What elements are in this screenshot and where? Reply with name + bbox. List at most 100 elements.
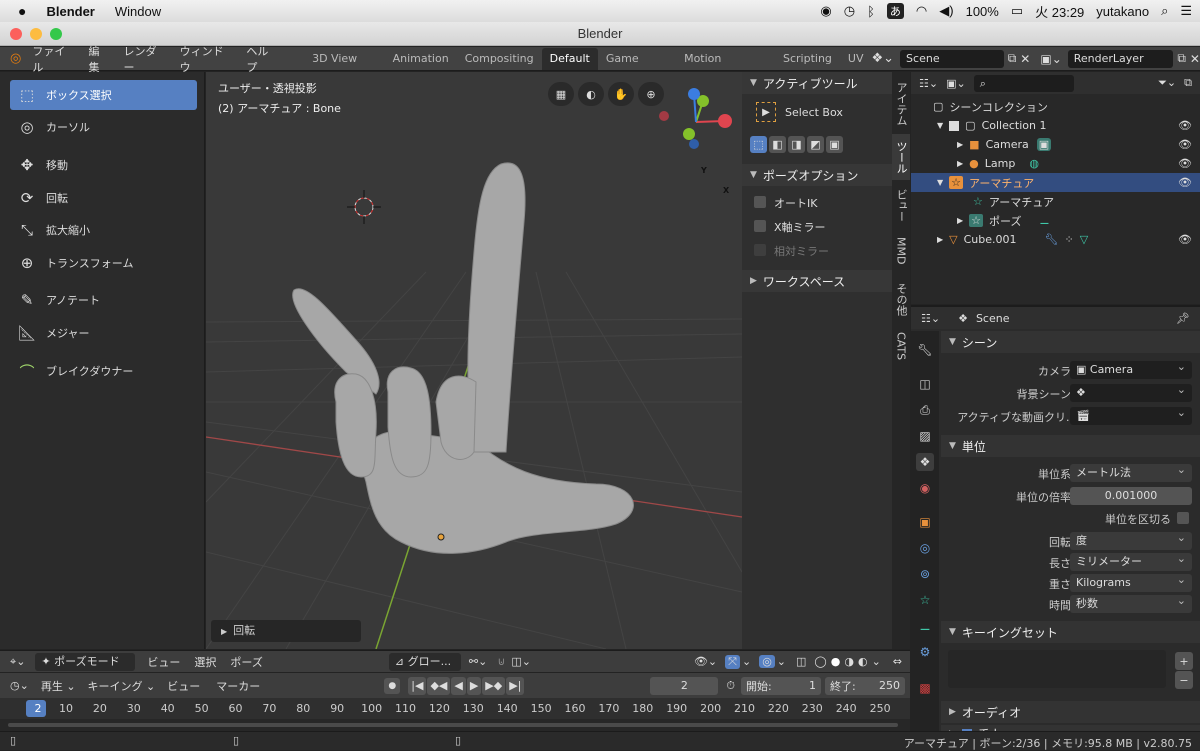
remove-keying-set-button[interactable]: − xyxy=(1175,671,1193,689)
editor-type-icon[interactable]: ☷⌄ xyxy=(919,77,938,90)
volume-icon[interactable]: ◀) xyxy=(939,3,953,19)
new-collection-icon[interactable]: ⧉ xyxy=(1184,76,1192,90)
wifi-icon[interactable]: ◠ xyxy=(916,3,927,19)
menu-window[interactable]: ウィンドウ xyxy=(173,43,240,75)
tab-misc[interactable]: その他 xyxy=(892,274,910,324)
shading-wireframe-icon[interactable]: ◯ xyxy=(814,655,826,668)
armature-data-tab-icon[interactable]: ☆ xyxy=(916,591,934,609)
viewport-scene[interactable] xyxy=(206,72,742,649)
record-button[interactable]: ● xyxy=(384,677,401,694)
active-clip-field[interactable]: 🎬︎ xyxy=(1070,404,1192,425)
collection-checkbox[interactable] xyxy=(949,120,960,131)
shading-material-icon[interactable]: ◑ xyxy=(844,655,854,668)
visibility-icon[interactable]: 👁︎⌄ xyxy=(694,655,717,668)
tool-cursor[interactable]: ◎ カーソル xyxy=(10,112,197,142)
tab-compositing[interactable]: Compositing xyxy=(457,48,542,70)
units-section-header[interactable]: ▼ 単位 xyxy=(941,435,1200,457)
input-method-icon[interactable]: あ xyxy=(886,3,904,19)
jump-start-icon[interactable]: |◀ xyxy=(408,676,427,695)
close-window-button[interactable] xyxy=(10,28,22,40)
audio-section-header[interactable]: ▶ オーディオ xyxy=(941,701,1200,723)
3d-viewport[interactable]: X Y Z ユーザー・透視投影 (2) アーマチュア : Bone ▦ ◐ ✋ … xyxy=(206,72,742,649)
pivot-icon[interactable]: ⚯⌄ xyxy=(469,655,487,668)
editor-type-icon[interactable]: ☷⌄ xyxy=(921,312,940,325)
outliner-row-scene-collection[interactable]: ▢ シーンコレクション xyxy=(911,97,1200,116)
active-tool-header[interactable]: ▼ アクティブツール xyxy=(742,72,892,94)
unit-scale-field[interactable]: 0.001000 xyxy=(1070,487,1192,505)
play-reverse-icon[interactable]: ◀ xyxy=(451,676,466,695)
tab-cats[interactable]: CATS xyxy=(892,326,910,366)
outliner-search[interactable]: ⌕ xyxy=(973,74,1074,92)
tab-motion-tracking[interactable]: Motion Tracking xyxy=(676,48,775,87)
creative-cloud-icon[interactable]: ◉ xyxy=(820,3,831,19)
tab-3d-view-full[interactable]: 3D View Full xyxy=(304,48,385,87)
pose-options-header[interactable]: ▼ ポーズオプション xyxy=(742,164,892,186)
outliner-row-collection[interactable]: ▼ ▢ Collection 1 👁︎ xyxy=(911,116,1200,135)
tool-box-select[interactable]: ⬚ ボックス選択 xyxy=(10,80,197,110)
object-tab-icon[interactable]: ▣ xyxy=(916,513,934,531)
new-layer-icon[interactable]: ⧉ xyxy=(1177,51,1186,66)
tab-default[interactable]: Default xyxy=(541,47,598,70)
zoom-icon[interactable]: ⊕ xyxy=(638,82,664,106)
spotlight-icon[interactable]: ⌕ xyxy=(1161,3,1168,19)
tab-tool[interactable]: ツール xyxy=(892,134,910,180)
outliner-row-armature[interactable]: ▼ ☆ アーマチュア 👁︎ xyxy=(911,173,1200,192)
outliner-row-armature-data[interactable]: ☆ アーマチュア xyxy=(911,192,1200,211)
playback-menu[interactable]: 再生 ⌄ xyxy=(41,678,76,694)
proportional-icon[interactable]: ◫⌄ xyxy=(511,655,531,668)
rotation-dropdown[interactable]: 度 xyxy=(1070,529,1192,550)
mac-menu-window[interactable]: Window xyxy=(115,4,161,19)
menu-help[interactable]: ヘルプ xyxy=(239,43,285,75)
hand-mesh[interactable] xyxy=(292,162,634,554)
output-tab-icon[interactable]: ⎙ xyxy=(916,401,934,419)
relative-mirror-checkbox[interactable] xyxy=(754,244,766,256)
menu-edit[interactable]: 編集 xyxy=(81,43,116,75)
outliner-row-pose[interactable]: ▶ ☆ ポーズ ⚊ xyxy=(911,211,1200,230)
gizmo-dropdown-icon[interactable]: ⌄ xyxy=(742,655,751,668)
tab-game-logic[interactable]: Game Logic xyxy=(598,48,676,87)
play-icon[interactable]: ▶ xyxy=(466,676,482,695)
snap-icon[interactable]: ⊍ xyxy=(497,655,505,668)
eye-icon[interactable]: 👁︎ xyxy=(1178,233,1192,246)
end-frame-field[interactable]: 終了: 250 xyxy=(824,676,905,695)
start-frame-field[interactable]: 開始: 1 xyxy=(740,676,821,695)
next-keyframe-icon[interactable]: ▶◆ xyxy=(482,676,506,695)
shading-rendered-icon[interactable]: ◐ xyxy=(858,655,868,668)
mac-app-name[interactable]: Blender xyxy=(46,4,94,19)
new-scene-icon[interactable]: ⧉ xyxy=(1008,51,1017,66)
outliner-row-cube[interactable]: ▶ ▽ Cube.001 🔧︎ ⁘ ▽ 👁︎ xyxy=(911,230,1200,249)
render-tab-icon[interactable]: ◫ xyxy=(916,375,934,393)
eye-icon[interactable]: 👁︎ xyxy=(1178,157,1192,170)
add-keying-set-button[interactable]: + xyxy=(1175,652,1193,670)
display-mode-icon[interactable]: ▣⌄ xyxy=(946,77,966,90)
length-dropdown[interactable]: ミリメーター xyxy=(1070,550,1192,571)
shading-solid-icon[interactable]: ● xyxy=(831,655,841,668)
preview-range-icon[interactable]: ⏱ xyxy=(726,679,735,693)
separate-units-checkbox[interactable] xyxy=(1177,512,1189,524)
pin-icon[interactable]: 📌︎ xyxy=(1176,312,1190,325)
prev-keyframe-icon[interactable]: ◆◀ xyxy=(427,676,451,695)
scene-selector-icon[interactable]: ❖⌄ xyxy=(872,51,895,66)
collapse-arrow-icon[interactable]: ▼ xyxy=(937,178,943,187)
expand-arrow-icon[interactable]: ▶ xyxy=(957,159,963,168)
jump-end-icon[interactable]: ▶| xyxy=(506,676,525,695)
shading-dropdown-icon[interactable]: ⌄ xyxy=(872,655,881,668)
camera-field[interactable]: ▣ Camera xyxy=(1070,358,1192,379)
orientation-dropdown[interactable]: ⊿ グロー... xyxy=(388,652,461,671)
notification-icon[interactable]: ☰ xyxy=(1180,3,1192,19)
3d-cursor[interactable] xyxy=(347,190,381,224)
tab-scripting[interactable]: Scripting xyxy=(775,48,840,70)
keying-menu[interactable]: キーイング ⌄ xyxy=(88,678,156,694)
outliner-row-lamp[interactable]: ▶ ● Lamp ◍ 👁︎ xyxy=(911,154,1200,173)
eye-icon[interactable]: 👁︎ xyxy=(1178,138,1192,151)
mode-invert-icon[interactable]: ◩ xyxy=(807,136,824,153)
scrollbar-thumb[interactable] xyxy=(8,723,898,727)
filter-icon[interactable]: ⏷⌄ xyxy=(1158,76,1176,90)
workspace-header[interactable]: ▶ ワークスペース xyxy=(742,270,892,292)
time-machine-icon[interactable]: ◷ xyxy=(844,3,855,19)
timeline-editor-icon[interactable]: ◷⌄ xyxy=(10,679,29,692)
mode-extend-icon[interactable]: ◧ xyxy=(769,136,786,153)
outliner-row-camera[interactable]: ▶ ■ Camera ▣ 👁︎ xyxy=(911,135,1200,154)
tab-uv[interactable]: UV xyxy=(840,48,866,70)
eye-icon[interactable]: 👁︎ xyxy=(1178,176,1192,189)
